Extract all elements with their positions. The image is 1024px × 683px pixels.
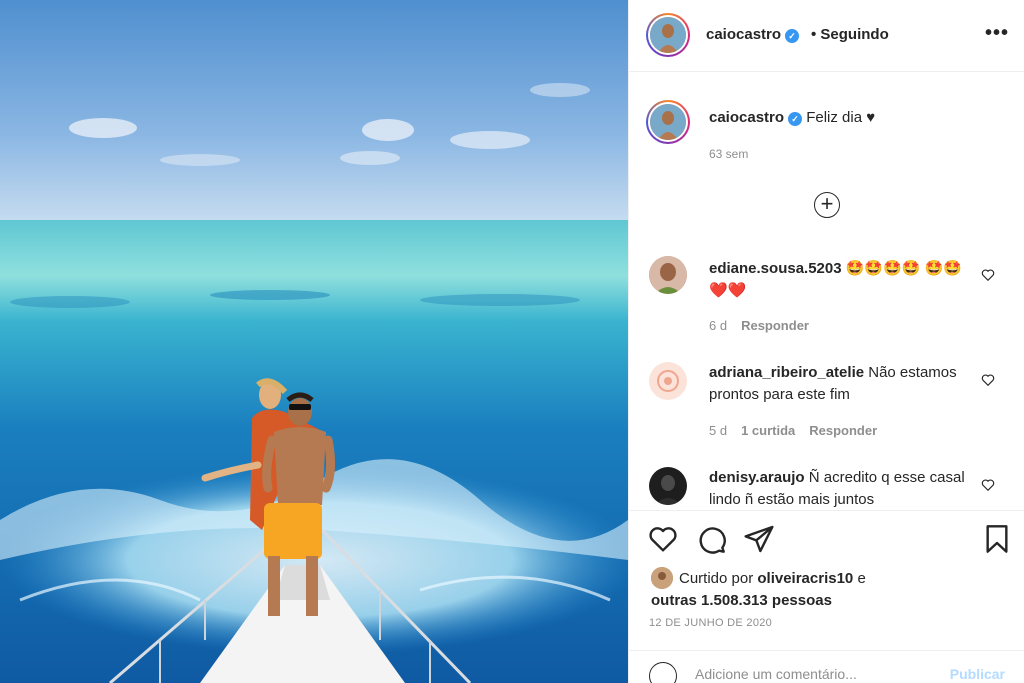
caption-avatar[interactable] — [646, 100, 690, 144]
liker-avatar[interactable] — [651, 567, 673, 589]
avatar-image — [650, 17, 686, 53]
comment-text: adriana_ribeiro_atelie Não estamos pront… — [709, 362, 971, 406]
likes-summary: Curtido por oliveiracris10 e outras 1.50… — [651, 567, 1001, 612]
comment-meta: 6 d Responder — [709, 318, 823, 333]
post-image — [0, 0, 628, 683]
avatar-image — [650, 104, 686, 140]
following-status[interactable]: • Seguindo — [811, 26, 889, 43]
comment-time[interactable]: 6 d — [709, 318, 727, 333]
liked-by-others[interactable]: outras 1.508.313 pessoas — [651, 592, 832, 609]
commenter-avatar[interactable] — [649, 256, 687, 294]
comment-text: denisy.araujo Ñ acredito q esse casal li… — [709, 467, 971, 510]
verified-badge-icon: ✓ — [788, 112, 803, 126]
comment-time[interactable]: 5 d — [709, 423, 727, 438]
load-more-comments-icon[interactable]: + — [814, 192, 840, 218]
post-side-panel: caiocastro ✓ • Seguindo ••• caiocastro ✓ F… — [628, 0, 1024, 683]
author-username-text[interactable]: caiocastro — [706, 26, 781, 43]
post-date[interactable]: 12 DE JUNHO DE 2020 — [649, 617, 772, 629]
reply-button[interactable]: Responder — [809, 423, 877, 438]
avatar-image — [649, 362, 687, 400]
comment-bubble-icon[interactable] — [695, 523, 727, 555]
reply-button[interactable]: Responder — [741, 318, 809, 333]
post-photo[interactable] — [0, 0, 628, 683]
avatar-image — [649, 256, 687, 294]
comment-username[interactable]: denisy.araujo — [709, 469, 805, 486]
caption-text: caiocastro ✓ Feliz dia ♥ — [709, 109, 999, 126]
caption-timestamp[interactable]: 63 sem — [709, 147, 748, 161]
liked-by-conj: e — [857, 570, 866, 587]
comment-text: ediane.sousa.5203 🤩🤩🤩🤩 🤩🤩❤️❤️ — [709, 258, 971, 302]
like-comment-heart-icon[interactable] — [981, 478, 995, 492]
caption-username[interactable]: caiocastro — [709, 109, 784, 126]
post-header: caiocastro ✓ • Seguindo ••• — [629, 0, 1024, 72]
liked-by-user[interactable]: oliveiracris10 — [757, 570, 853, 587]
save-bookmark-icon[interactable] — [981, 523, 1013, 555]
emoji-picker-icon[interactable] — [649, 662, 677, 683]
like-comment-heart-icon[interactable] — [981, 268, 995, 282]
author-username[interactable]: caiocastro ✓ — [706, 26, 800, 43]
commenter-avatar[interactable] — [649, 362, 687, 400]
author-avatar[interactable] — [646, 13, 690, 57]
more-options-icon[interactable]: ••• — [985, 22, 1009, 45]
publish-button[interactable]: Publicar — [950, 666, 1005, 682]
avatar-image — [649, 467, 687, 505]
comment-input[interactable] — [695, 663, 935, 683]
avatar-image — [651, 567, 673, 589]
comment-username[interactable]: adriana_ribeiro_atelie — [709, 364, 864, 381]
comment-username[interactable]: ediane.sousa.5203 — [709, 260, 842, 277]
comment-likes[interactable]: 1 curtida — [741, 423, 795, 438]
comment-meta: 5 d 1 curtida Responder — [709, 423, 891, 438]
comments-list: ediane.sousa.5203 🤩🤩🤩🤩 🤩🤩❤️❤️ 6 d Respond… — [629, 240, 1024, 510]
like-heart-icon[interactable] — [647, 523, 679, 555]
like-comment-heart-icon[interactable] — [981, 373, 995, 387]
commenter-avatar[interactable] — [649, 467, 687, 505]
share-send-icon[interactable] — [743, 523, 775, 555]
verified-badge-icon: ✓ — [785, 29, 800, 43]
liked-by-prefix: Curtido por — [679, 570, 754, 587]
add-comment-bar: Publicar — [629, 650, 1024, 683]
caption-body: Feliz dia ♥ — [806, 109, 876, 126]
